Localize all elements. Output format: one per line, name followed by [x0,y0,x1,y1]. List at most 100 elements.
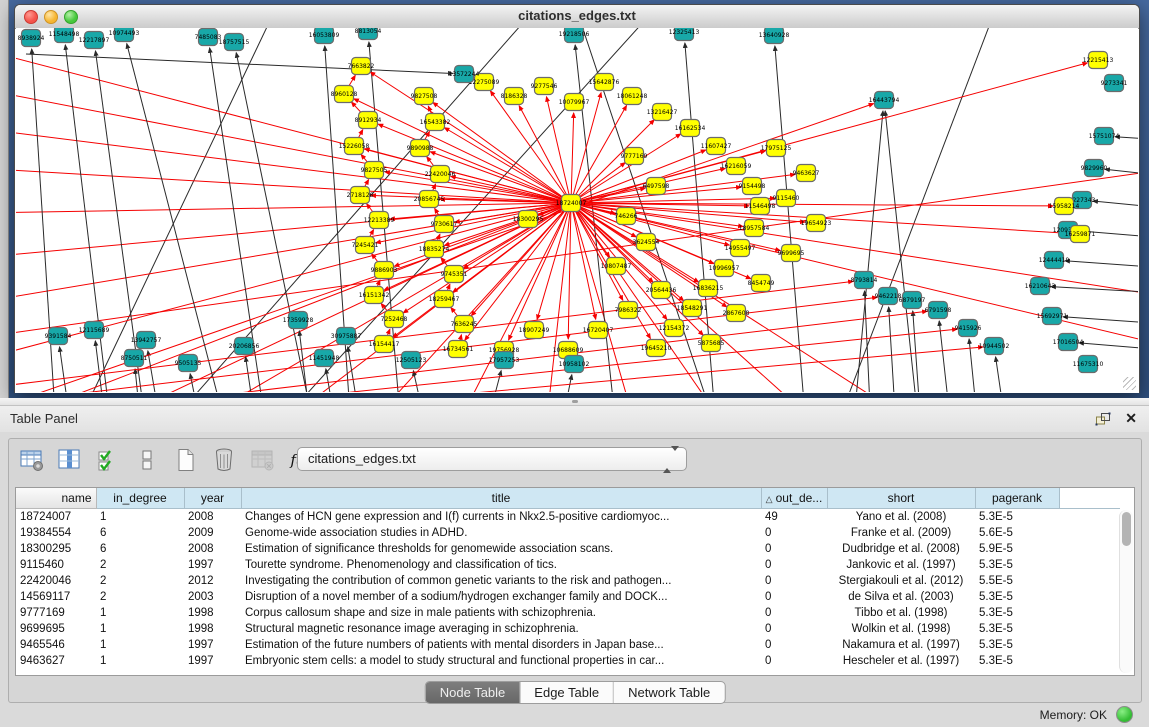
table-cell[interactable]: 18724007 [16,509,96,526]
network-node[interactable]: 15226058 [339,138,370,155]
table-row[interactable]: 911546021997Tourette syndrome. Phenomeno… [16,557,1120,573]
table-cell[interactable]: Structural magnetic resonance image aver… [241,621,761,637]
table-cell[interactable]: 22420046 [16,573,96,589]
scrollbar-thumb[interactable] [1122,512,1131,546]
table-cell[interactable]: 9115460 [16,557,96,573]
table-cell[interactable]: Embryonic stem cells: a model to study s… [241,653,761,669]
network-node[interactable]: 9777169 [621,148,648,165]
network-node[interactable]: 9890988 [407,140,434,157]
network-node[interactable]: 9699695 [778,245,805,262]
table-cell[interactable]: 2009 [184,525,241,541]
network-node[interactable]: 16836215 [693,280,724,297]
table-cell[interactable]: 1 [96,653,184,669]
network-node[interactable]: 6879197 [899,292,926,309]
table-cell[interactable]: Dudbridge et al. (2008) [827,541,975,557]
network-node[interactable]: 11451948 [309,350,340,367]
network-node[interactable]: 6497598 [643,178,670,195]
network-node[interactable]: 8912934 [355,112,382,129]
network-node[interactable]: 18835274 [419,241,450,258]
table-cell[interactable]: 1 [96,621,184,637]
table-cell[interactable]: 5.5E-5 [975,573,1059,589]
network-node[interactable]: 12115689 [79,322,110,339]
table-scrollbar[interactable] [1119,510,1133,673]
table-cell[interactable]: Changes of HCN gene expression and I(f) … [241,509,761,526]
table-row[interactable]: 1938455462009Genome-wide association stu… [16,525,1120,541]
window-titlebar[interactable]: citations_edges.txt [15,5,1139,29]
network-node[interactable]: 15692971 [1037,308,1068,325]
table-row[interactable]: 977716911998Corpus callosum shape and si… [16,605,1120,621]
table-cell[interactable]: 5.3E-5 [975,557,1059,573]
column-header-out_de[interactable]: △out_de... [761,488,827,509]
network-node[interactable]: 8454749 [748,275,775,292]
table-cell[interactable]: 1997 [184,557,241,573]
column-chooser-icon[interactable] [55,445,85,475]
network-node[interactable]: 8938924 [18,30,45,47]
table-cell[interactable]: 0 [761,557,827,573]
table-cell[interactable]: 9463627 [16,653,96,669]
network-node[interactable]: 10807487 [601,258,632,275]
network-node[interactable]: 7252468 [381,311,408,328]
network-node[interactable]: 9745351 [441,266,468,283]
table-cell[interactable]: 5.3E-5 [975,589,1059,605]
network-node[interactable]: 7485083 [195,29,222,46]
table-cell[interactable]: 1997 [184,637,241,653]
network-node[interactable]: 3624554 [633,234,660,251]
network-node[interactable]: 12217897 [79,32,110,49]
citation-network-graph[interactable]: 7663822896012889129341522605898275052718… [16,28,1138,392]
network-node[interactable]: 18061248 [617,88,648,105]
network-window[interactable]: citations_edges.txt 76638228960128891293… [14,4,1140,393]
network-node[interactable]: 11548498 [49,28,80,43]
table-cell[interactable]: 0 [761,541,827,557]
table-cell[interactable]: 5.3E-5 [975,653,1059,669]
table-cell[interactable]: Nakamura et al. (1997) [827,637,975,653]
network-node[interactable]: 11546498 [745,198,776,215]
table-cell[interactable]: 18300295 [16,541,96,557]
network-node[interactable]: 746266 [615,208,638,225]
table-cell[interactable]: 6 [96,541,184,557]
network-node[interactable]: 19218506 [559,28,590,43]
table-cell[interactable]: 0 [761,605,827,621]
table-cell[interactable]: 0 [761,573,827,589]
table-cell[interactable]: 2012 [184,573,241,589]
column-header-short[interactable]: short [827,488,975,509]
table-cell[interactable]: 5.3E-5 [975,637,1059,653]
network-node[interactable]: 9827505 [361,162,388,179]
network-node[interactable]: 12215413 [1083,52,1114,69]
checkbox-select-icon[interactable] [94,445,124,475]
table-cell[interactable]: Corpus callosum shape and size in male p… [241,605,761,621]
close-panel-icon[interactable]: ✕ [1125,410,1137,427]
table-cell[interactable]: 0 [761,637,827,653]
table-cell[interactable]: de Silva et al. (2003) [827,589,975,605]
network-node[interactable]: 9730617 [431,216,458,233]
table-cell[interactable]: 1997 [184,653,241,669]
network-node[interactable]: 12325413 [669,28,700,41]
table-cell[interactable]: 19384554 [16,525,96,541]
tab-network-table[interactable]: Network Table [614,682,724,703]
table-cell[interactable]: Disruption of a novel member of a sodium… [241,589,761,605]
table-row[interactable]: 1456911722003Disruption of a novel membe… [16,589,1120,605]
node-table-grid[interactable]: namein_degreeyeartitle△out_de...shortpag… [16,488,1120,669]
network-node[interactable]: 9277546 [531,78,558,95]
network-node[interactable]: 8813054 [355,28,382,40]
network-node[interactable]: 16162534 [675,120,706,137]
column-header-name[interactable]: name [16,488,96,509]
network-node[interactable]: 17359928 [283,312,314,329]
table-settings-icon[interactable] [17,445,47,475]
table-row[interactable]: 946554611997Estimation of the future num… [16,637,1120,653]
network-node[interactable]: 9391584 [45,328,72,345]
network-node[interactable]: 7245421 [352,237,379,254]
network-canvas[interactable]: 7663822896012889129341522605898275052718… [16,28,1138,392]
table-cell[interactable]: 9465546 [16,637,96,653]
tab-node-table[interactable]: Node Table [426,682,521,703]
network-node[interactable]: 9415926 [955,320,982,337]
table-cell[interactable]: 5.6E-5 [975,525,1059,541]
table-cell[interactable]: 49 [761,509,827,526]
table-cell[interactable]: Estimation of the future numbers of pati… [241,637,761,653]
table-cell[interactable]: 5.3E-5 [975,605,1059,621]
table-cell[interactable]: 5.9E-5 [975,541,1059,557]
network-node[interactable]: 9115460 [773,190,800,207]
table-cell[interactable]: Estimation of significance thresholds fo… [241,541,761,557]
table-cell[interactable]: 5.3E-5 [975,621,1059,637]
network-node[interactable]: 7986322 [615,302,642,319]
network-node[interactable]: 9462218 [875,288,902,305]
